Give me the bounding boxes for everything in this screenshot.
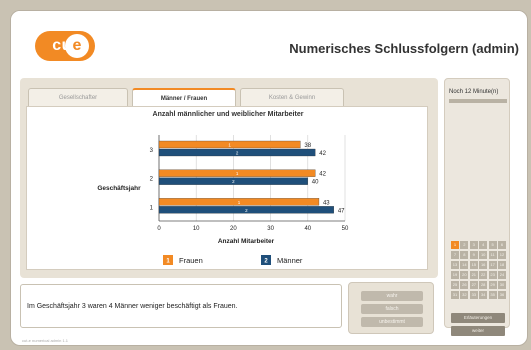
logo-e: e	[72, 37, 82, 54]
tab-gesellschafter[interactable]: Gesellschafter	[28, 88, 128, 106]
chart-area: Anzahl männlicher und weiblicher Mitarbe…	[26, 106, 428, 270]
question-number-cell[interactable]: 5	[488, 241, 497, 249]
tab-kosten-gewinn[interactable]: Kosten & Gewinn	[240, 88, 344, 106]
question-number-cell[interactable]: 32	[460, 291, 469, 299]
question-number-cell[interactable]: 12	[498, 251, 506, 259]
question-number-cell[interactable]: 6	[498, 241, 506, 249]
question-number-cell[interactable]: 1	[451, 241, 459, 249]
footer-text: cut-e numerical admin 1.1	[22, 338, 69, 343]
data-label: 38	[304, 143, 311, 149]
bar-chart: 0 10 20 30 40 5031 382 4221 422 4011 432 47Geschäft…	[97, 135, 349, 265]
question-number-cell[interactable]: 22	[479, 271, 488, 279]
question-number-cell[interactable]: 27	[469, 281, 478, 289]
question-number-cell[interactable]: 13	[451, 261, 459, 269]
y-tick-label: 2	[150, 177, 154, 183]
question-number-cell[interactable]: 15	[469, 261, 478, 269]
answer-true-button[interactable]: wahr	[361, 291, 423, 301]
question-number-cell[interactable]: 33	[469, 291, 478, 299]
x-tick-label: 40	[304, 226, 311, 232]
question-number-cell[interactable]: 9	[469, 251, 478, 259]
tab-maenner-frauen[interactable]: Männer / Frauen	[132, 88, 236, 106]
question-number-cell[interactable]: 30	[498, 281, 506, 289]
sidebar: Noch 12 Minute(n) 1 2 3 4 5 6 7 8 9 10 11 12 13 14 15 1…	[444, 78, 510, 336]
question-number-cell[interactable]: 3	[469, 241, 478, 249]
explanation-button[interactable]: Erläuterungen	[451, 313, 505, 323]
y-tick-label: 1	[150, 205, 154, 211]
question-number-cell[interactable]: 35	[488, 291, 497, 299]
question-number-cell[interactable]: 28	[479, 281, 488, 289]
data-label: 47	[338, 208, 345, 214]
data-label: 43	[323, 200, 330, 206]
header: cut e Numerisches Schlussfolgern (admin)	[11, 11, 527, 75]
x-tick-label: 30	[267, 226, 274, 232]
timer-bar	[449, 99, 507, 103]
question-number-cell[interactable]: 34	[479, 291, 488, 299]
answer-undetermined-button[interactable]: unbestimmt	[361, 317, 423, 327]
question-number-cell[interactable]: 20	[460, 271, 469, 279]
next-button[interactable]: weiter	[451, 326, 505, 336]
question-number-cell[interactable]: 19	[451, 271, 459, 279]
page-title: Numerisches Schlussfolgern (admin)	[289, 41, 519, 56]
legend-label-frauen: Frauen	[179, 256, 203, 265]
question-number-cell[interactable]: 2	[460, 241, 469, 249]
answer-false-button[interactable]: falsch	[361, 304, 423, 314]
tab-bar: Gesellschafter Männer / Frauen Kosten & …	[22, 88, 422, 108]
question-number-cell[interactable]: 24	[498, 271, 506, 279]
question-number-cell[interactable]: 8	[460, 251, 469, 259]
x-tick-label: 0	[157, 226, 161, 232]
x-tick-label: 10	[193, 226, 200, 232]
data-label: 42	[319, 172, 326, 178]
question-number-cell[interactable]: 29	[488, 281, 497, 289]
data-label: 42	[319, 151, 326, 157]
y-axis-label: Geschäftsjahr	[97, 185, 141, 192]
statement-text: Im Geschäftsjahr 3 waren 4 Männer wenige…	[27, 303, 238, 310]
answer-panel: wahr falsch unbestimmt	[348, 282, 434, 334]
statement-box: Im Geschäftsjahr 3 waren 4 Männer wenige…	[20, 284, 342, 328]
question-number-cell[interactable]: 14	[460, 261, 469, 269]
question-number-cell[interactable]: 25	[451, 281, 459, 289]
question-number-cell[interactable]: 4	[479, 241, 488, 249]
question-number-cell[interactable]: 18	[498, 261, 506, 269]
question-number-cell[interactable]: 11	[488, 251, 497, 259]
x-axis-label: Anzahl Mitarbeiter	[218, 238, 275, 245]
logo: cut e	[35, 31, 95, 61]
question-number-cell[interactable]: 17	[488, 261, 497, 269]
question-number-cell[interactable]: 16	[479, 261, 488, 269]
question-number-cell[interactable]: 31	[451, 291, 459, 299]
y-tick-label: 3	[150, 148, 154, 154]
question-number-cell[interactable]: 36	[498, 291, 506, 299]
timer-label: Noch 12 Minute(n)	[449, 89, 499, 95]
legend-label-männer: Männer	[277, 256, 303, 265]
question-number-cell[interactable]: 21	[469, 271, 478, 279]
question-number-cell[interactable]: 26	[460, 281, 469, 289]
question-number-cell[interactable]: 7	[451, 251, 459, 259]
x-tick-label: 20	[230, 226, 237, 232]
x-tick-label: 50	[342, 226, 349, 232]
data-label: 40	[312, 180, 319, 186]
question-number-cell[interactable]: 23	[488, 271, 497, 279]
question-number-cell[interactable]: 10	[479, 251, 488, 259]
